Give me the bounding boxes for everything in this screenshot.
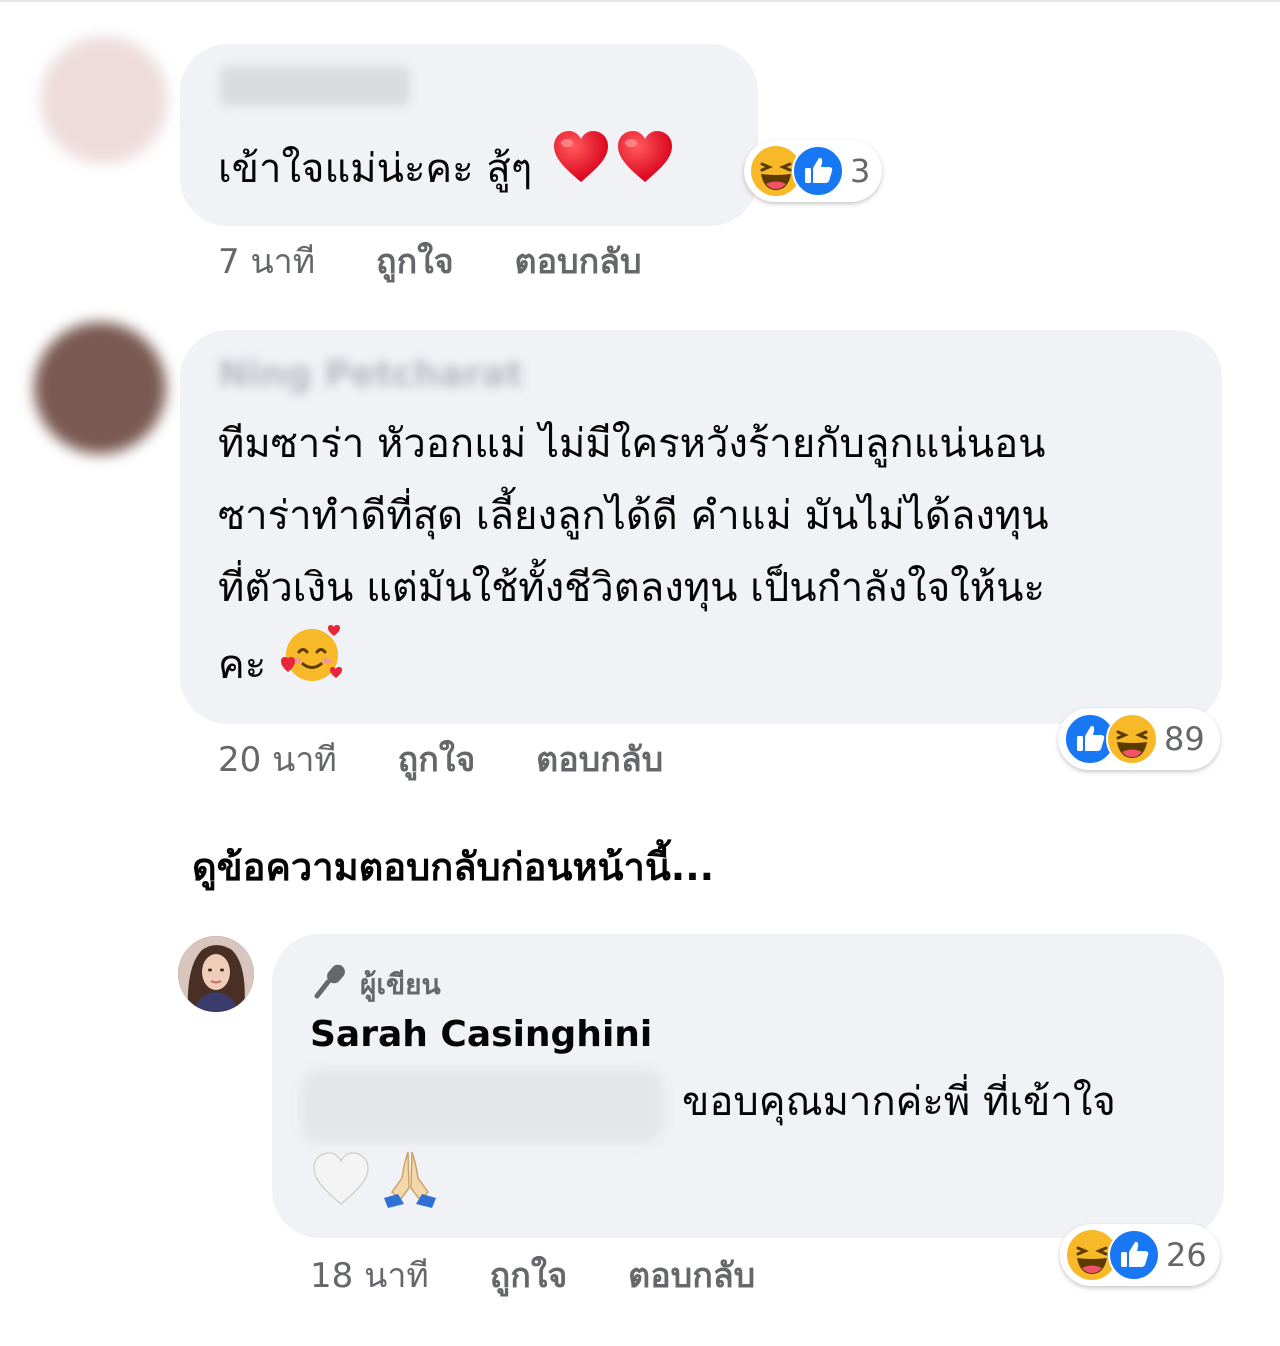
author-badge-label: ผู้เขียน (360, 967, 441, 1001)
reaction-count: 26 (1166, 1236, 1207, 1274)
microphone-icon (312, 962, 350, 1007)
comment-text: เข้าใจแม่น่ะคะ สู้ๆ (218, 130, 674, 207)
reply-text: ขอบคุณมากค่ะพี่ ที่เข้าใจ (682, 1079, 1116, 1125)
folded-hands-icon (378, 1148, 442, 1214)
author-badge: ผู้เขียน (312, 962, 441, 1007)
like-button[interactable]: ถูกใจ (490, 1256, 568, 1296)
reaction-summary[interactable]: 3 (744, 140, 882, 202)
comment-time[interactable]: 7 นาที (218, 242, 315, 282)
comment-meta: 7 นาที ถูกใจ ตอบกลับ (218, 234, 642, 288)
like-button[interactable]: ถูกใจ (376, 242, 454, 282)
commenter-name-redacted[interactable] (220, 66, 410, 106)
reaction-summary[interactable]: 89 (1058, 708, 1220, 770)
like-reaction-icon (792, 145, 844, 197)
reaction-count: 89 (1164, 720, 1205, 758)
red-heart-icon (616, 130, 674, 207)
like-button[interactable]: ถูกใจ (398, 740, 476, 780)
mention-redacted[interactable] (302, 1070, 662, 1142)
comment-text-line: เข้าใจแม่น่ะคะ สู้ๆ (218, 145, 533, 192)
comment-text-line: ทีมซาร่า หัวอกแม่ ไม่มีใครหวังร้ายกับลูก… (218, 421, 1046, 467)
comment-time[interactable]: 20 นาที (218, 740, 337, 780)
like-reaction-icon (1108, 1229, 1160, 1281)
reply-button[interactable]: ตอบกลับ (536, 740, 663, 780)
comment-text-line: ซาร่าทำดีที่สุด เลี้ยงลูกได้ดี คำแม่ มัน… (218, 493, 1049, 539)
smiling-face-with-hearts-icon (280, 624, 344, 707)
view-previous-replies-link[interactable]: ดูข้อความตอบกลับก่อนหน้านี้... (192, 836, 714, 897)
author-avatar[interactable] (178, 936, 254, 1012)
reply-emoji-row (312, 1148, 442, 1214)
author-name[interactable]: Sarah Casinghini (310, 1014, 652, 1055)
comment-text-line: คะ (218, 642, 267, 688)
commenter-avatar[interactable] (34, 322, 166, 454)
commenter-avatar[interactable] (40, 36, 168, 164)
reaction-count: 3 (850, 152, 871, 190)
comment-text-line: ที่ตัวเงิน แต่มันใช้ทั้งชีวิตลงทุน เป็นก… (218, 565, 1045, 611)
comment-meta: 20 นาที ถูกใจ ตอบกลับ (218, 732, 663, 786)
reply-bubble: ผู้เขียน Sarah Casinghini ขอบคุณมากค่ะพี… (272, 934, 1224, 1238)
comment-bubble: Ning Petcharat ทีมซาร่า หัวอกแม่ ไม่มีใค… (180, 330, 1222, 724)
top-divider (0, 0, 1280, 2)
reply-time[interactable]: 18 นาที (310, 1256, 429, 1296)
reply-button[interactable]: ตอบกลับ (515, 242, 642, 282)
white-heart-icon (312, 1152, 370, 1210)
reply-button[interactable]: ตอบกลับ (628, 1256, 755, 1296)
commenter-name-redacted[interactable]: Ning Petcharat (218, 354, 523, 395)
red-heart-icon (552, 130, 610, 207)
comment-text: ทีมซาร่า หัวอกแม่ ไม่มีใครหวังร้ายกับลูก… (218, 408, 1049, 706)
comment-bubble: เข้าใจแม่น่ะคะ สู้ๆ (180, 44, 758, 226)
reply-meta: 18 นาที ถูกใจ ตอบกลับ (310, 1248, 755, 1302)
haha-reaction-icon (1106, 713, 1158, 765)
reaction-summary[interactable]: 26 (1060, 1224, 1220, 1286)
